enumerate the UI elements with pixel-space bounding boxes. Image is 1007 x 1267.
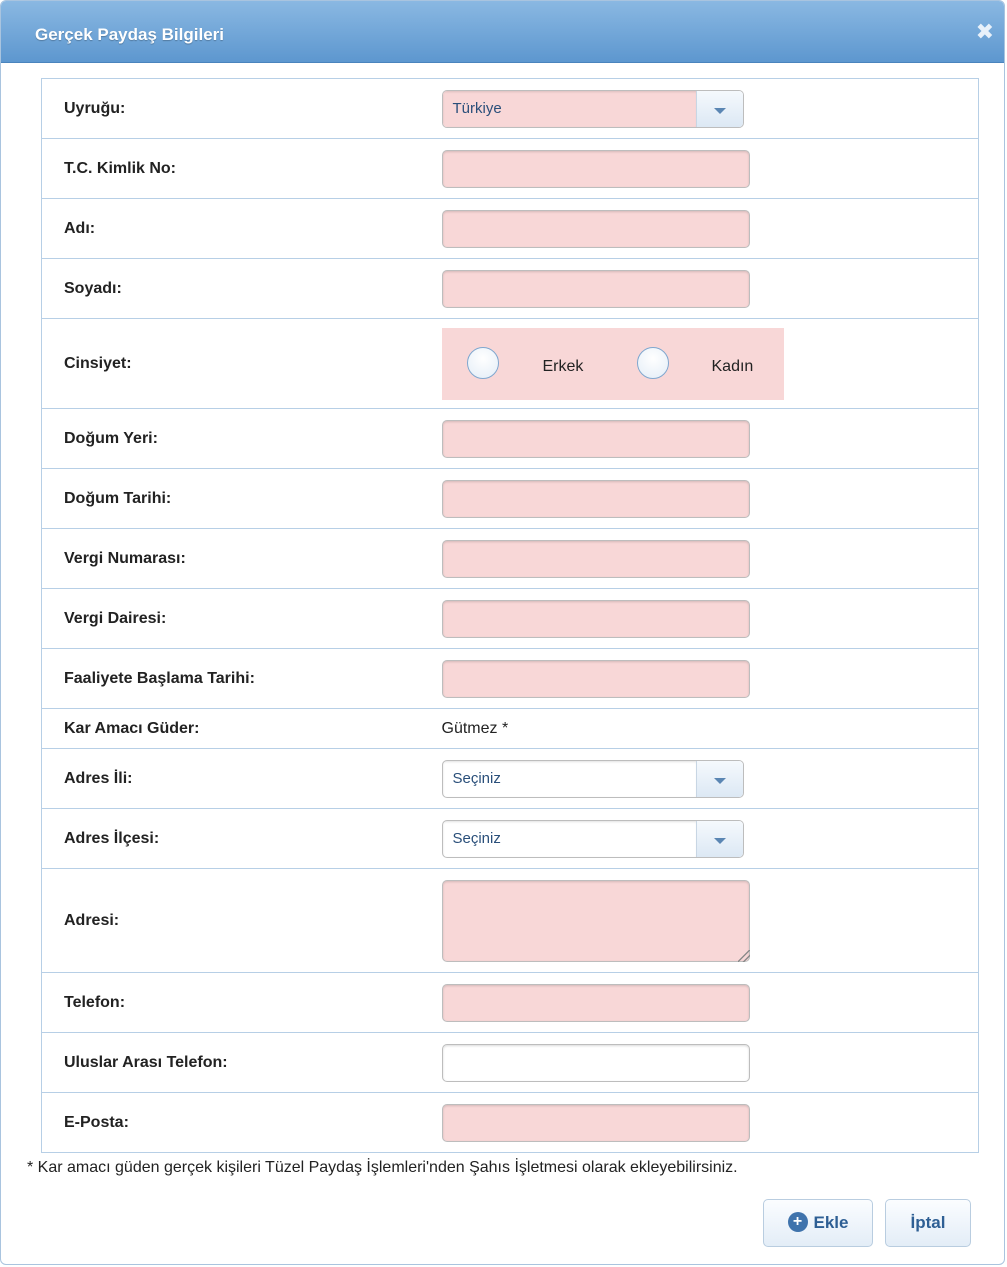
adres-label: Adresi: (41, 868, 420, 973)
adres-textarea[interactable] (441, 879, 750, 962)
vergi-dairesi-label: Vergi Dairesi: (41, 588, 420, 649)
adres-ilce-label: Adres İlçesi: (41, 808, 420, 869)
adi-label: Adı: (41, 198, 420, 259)
erkek-radio[interactable] (466, 346, 499, 379)
row-adi: Adı: (41, 198, 979, 259)
tckn-label: T.C. Kimlik No: (41, 138, 420, 199)
uluslararasi-telefon-label: Uluslar Arası Telefon: (41, 1032, 420, 1093)
vergi-no-input[interactable] (441, 539, 750, 578)
cinsiyet-radio-group: Erkek Kadın (441, 327, 784, 400)
row-adres-il: Adres İli: Seçiniz (41, 748, 979, 809)
chevron-down-icon[interactable] (695, 760, 743, 797)
faaliyet-tarihi-label: Faaliyete Başlama Tarihi: (41, 648, 420, 709)
adres-il-label: Adres İli: (41, 748, 420, 809)
kar-amaci-label: Kar Amacı Güder: (41, 708, 420, 749)
eposta-input[interactable] (441, 1103, 750, 1142)
soyadi-label: Soyadı: (41, 258, 420, 319)
kar-amaci-value: Gütmez * (441, 719, 509, 737)
chevron-down-icon[interactable] (695, 90, 743, 127)
adres-il-value: Seçiniz (443, 761, 697, 797)
row-adres-ilce: Adres İlçesi: Seçiniz (41, 808, 979, 869)
form-table: Uyruğu: Türkiye T.C. Kimlik No: Adı: Soy… (41, 78, 979, 1153)
adres-il-select[interactable]: Seçiniz (441, 759, 744, 798)
row-uluslararasi-telefon: Uluslar Arası Telefon: (41, 1032, 979, 1093)
row-tckn: T.C. Kimlik No: (41, 138, 979, 199)
add-button-label: Ekle (813, 1213, 849, 1232)
row-vergi-no: Vergi Numarası: (41, 528, 979, 589)
telefon-input[interactable] (441, 983, 750, 1022)
cinsiyet-label: Cinsiyet: (41, 318, 420, 409)
row-dogum-yeri: Doğum Yeri: (41, 408, 979, 469)
footnote: * Kar amacı güden gerçek kişileri Tüzel … (27, 1159, 738, 1176)
dogum-tarihi-label: Doğum Tarihi: (41, 468, 420, 529)
row-dogum-tarihi: Doğum Tarihi: (41, 468, 979, 529)
soyadi-input[interactable] (441, 269, 750, 308)
eposta-label: E-Posta: (41, 1092, 420, 1153)
row-kar-amaci: Kar Amacı Güder: Gütmez * (41, 708, 979, 749)
dogum-tarihi-input[interactable] (441, 479, 750, 518)
tckn-input[interactable] (441, 149, 750, 188)
row-vergi-dairesi: Vergi Dairesi: (41, 588, 979, 649)
close-icon[interactable]: ✖ (976, 21, 994, 43)
dialog-title: Gerçek Paydaş Bilgileri (35, 25, 224, 44)
faaliyet-tarihi-input[interactable] (441, 659, 750, 698)
row-faaliyet-tarihi: Faaliyete Başlama Tarihi: (41, 648, 979, 709)
adi-input[interactable] (441, 209, 750, 248)
uluslararasi-telefon-input[interactable] (441, 1043, 750, 1082)
telefon-label: Telefon: (41, 972, 420, 1033)
kadin-radio[interactable] (636, 346, 669, 379)
adres-ilce-select[interactable]: Seçiniz (441, 819, 744, 858)
kadin-label[interactable]: Kadın (712, 358, 754, 376)
row-cinsiyet: Cinsiyet: Erkek Kadın (41, 318, 979, 409)
erkek-label[interactable]: Erkek (543, 358, 584, 376)
add-button[interactable]: + Ekle (763, 1199, 873, 1247)
row-telefon: Telefon: (41, 972, 979, 1033)
adres-ilce-value: Seçiniz (443, 821, 697, 857)
dogum-yeri-input[interactable] (441, 419, 750, 458)
plus-circle-icon: + (787, 1212, 808, 1233)
uyruk-label: Uyruğu: (41, 78, 420, 139)
row-adres: Adresi: (41, 868, 979, 973)
resize-grip-icon[interactable] (737, 949, 750, 962)
row-eposta: E-Posta: (41, 1092, 979, 1153)
adres-textarea-wrapper (441, 879, 750, 962)
vergi-no-label: Vergi Numarası: (41, 528, 420, 589)
chevron-down-icon[interactable] (695, 820, 743, 857)
uyruk-value: Türkiye (442, 90, 697, 127)
row-soyadi: Soyadı: (41, 258, 979, 319)
cancel-button[interactable]: İptal (885, 1199, 971, 1247)
row-uyruk: Uyruğu: Türkiye (41, 78, 979, 139)
dialog-titlebar[interactable]: Gerçek Paydaş Bilgileri ✖ (1, 1, 1004, 63)
dialog: Gerçek Paydaş Bilgileri ✖ Uyruğu: Türkiy… (0, 0, 1005, 1265)
uyruk-select[interactable]: Türkiye (441, 89, 744, 128)
dogum-yeri-label: Doğum Yeri: (41, 408, 420, 469)
vergi-dairesi-input[interactable] (441, 599, 750, 638)
